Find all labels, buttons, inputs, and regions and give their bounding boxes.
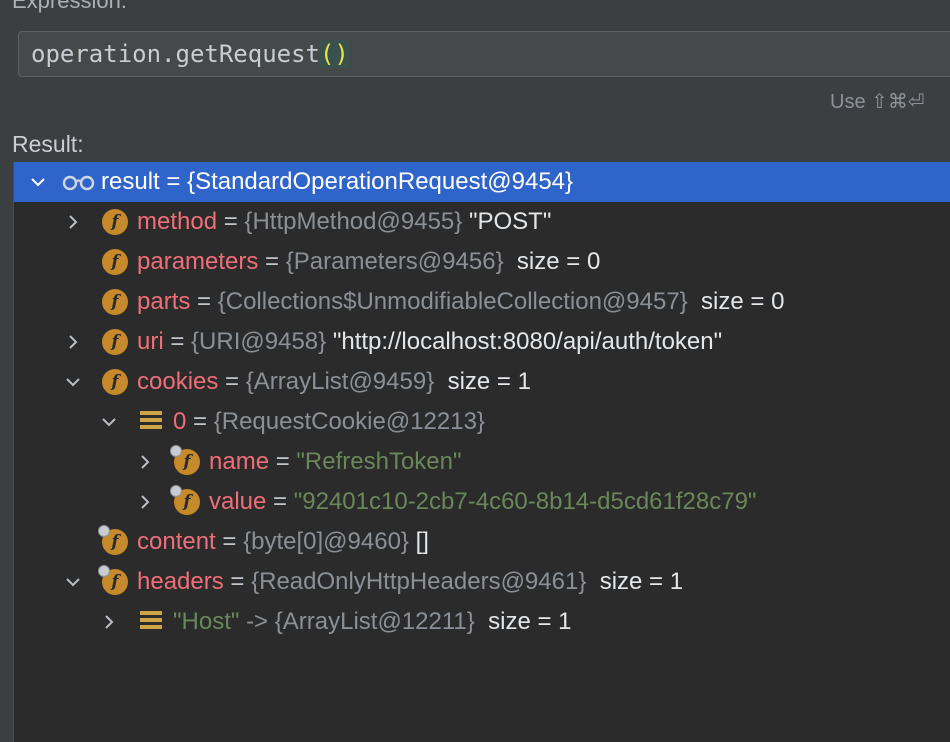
equals: = — [163, 328, 192, 355]
tree-node-value: {StandardOperationRequest@9454} — [187, 168, 574, 195]
result-label: Result: — [12, 131, 84, 157]
equals: = — [159, 168, 188, 195]
field-icon-letter: f — [111, 572, 119, 592]
tree-row-uri[interactable]: f uri = {URI@9458} "http://localhost:808… — [14, 322, 950, 362]
field-type: {ReadOnlyHttpHeaders@9461} — [251, 568, 587, 595]
field-type: {byte[0]@9460} — [243, 528, 409, 555]
use-shortcut-hint[interactable]: Use ⇧⌘⏎ — [830, 89, 925, 114]
field-value: size = 1 — [599, 568, 684, 595]
expression-input[interactable]: operation.getRequest() — [18, 31, 950, 77]
field-icon-letter: f — [102, 289, 128, 315]
chevron-right-icon[interactable] — [137, 494, 153, 510]
equals: = — [258, 248, 286, 275]
field-value: size = 1 — [488, 608, 572, 635]
chevron-right-icon[interactable] — [65, 334, 81, 350]
field-icon: f — [102, 249, 128, 275]
field-name: headers — [137, 568, 224, 595]
equals: = — [269, 448, 297, 475]
field-name: method — [137, 208, 218, 235]
tree-node-name: result — [101, 168, 160, 195]
watch-glasses-icon — [62, 171, 96, 193]
pin-icon — [98, 525, 110, 537]
final-field-icon: f — [170, 485, 200, 515]
field-icon-letter: f — [102, 329, 128, 355]
field-icon-letter: f — [111, 532, 119, 552]
tree-row-host[interactable]: "Host" -> {ArrayList@12211} size = 1 — [14, 602, 950, 642]
field-name: parts — [137, 288, 191, 315]
tree-row-cookie-value[interactable]: f value = "92401c10-2cb7-4c60-8b14-d5cd6… — [14, 482, 950, 522]
tree-row-method[interactable]: f method = {HttpMethod@9455} "POST" — [14, 202, 950, 242]
pin-icon — [170, 485, 182, 497]
chevron-right-icon[interactable] — [137, 454, 153, 470]
field-value: "POST" — [468, 208, 552, 235]
map-key: "Host" — [173, 608, 240, 635]
tree-row-parameters[interactable]: f parameters = {Parameters@9456} size = … — [14, 242, 950, 282]
field-name: cookies — [137, 368, 219, 395]
field-value: "92401c10-2cb7-4c60-8b14-d5cd61f28c79" — [293, 488, 757, 515]
field-type: {RequestCookie@12213} — [213, 408, 485, 435]
equals: = — [266, 488, 294, 515]
expression-code: operation.getRequest — [31, 40, 320, 68]
chevron-down-icon[interactable] — [101, 414, 117, 430]
tree-row-content[interactable]: f content = {byte[0]@9460} [] — [14, 522, 950, 562]
equals: = — [223, 568, 252, 595]
tree-row-parts[interactable]: f parts = {Collections$UnmodifiableColle… — [14, 282, 950, 322]
field-value: "RefreshToken" — [296, 448, 462, 475]
equals: = — [218, 368, 246, 395]
field-type: {URI@9458} — [191, 328, 327, 355]
field-type: -> {ArrayList@12211} — [246, 608, 475, 635]
field-icon: f — [102, 369, 128, 395]
field-icon-letter: f — [102, 249, 128, 275]
field-value: size = 1 — [447, 368, 531, 395]
expression-paren: () — [319, 40, 349, 68]
field-icon-letter: f — [102, 369, 128, 395]
field-icon-letter: f — [102, 209, 128, 235]
field-name: name — [209, 448, 270, 475]
field-icon-letter: f — [183, 492, 191, 512]
result-tree[interactable]: result = {StandardOperationRequest@9454}… — [13, 162, 950, 742]
chevron-right-icon[interactable] — [65, 214, 81, 230]
pin-icon — [170, 445, 182, 457]
tree-row-cookie-name[interactable]: f name = "RefreshToken" — [14, 442, 950, 482]
equals: = — [190, 288, 218, 315]
chevron-down-icon[interactable] — [65, 374, 81, 390]
pin-icon — [98, 565, 110, 577]
expression-label: Expression: — [12, 0, 127, 13]
field-name: content — [137, 528, 216, 555]
equals: = — [217, 208, 245, 235]
field-icon: f — [102, 209, 128, 235]
final-field-icon: f — [98, 565, 128, 595]
tree-row-result[interactable]: result = {StandardOperationRequest@9454} — [14, 162, 950, 202]
tree-row-headers[interactable]: f headers = {ReadOnlyHttpHeaders@9461} s… — [14, 562, 950, 602]
final-field-icon: f — [170, 445, 200, 475]
chevron-down-icon[interactable] — [65, 574, 81, 590]
chevron-right-icon[interactable] — [101, 614, 117, 630]
field-icon: f — [102, 289, 128, 315]
field-type: {HttpMethod@9455} — [244, 208, 463, 235]
field-value: size = 0 — [516, 248, 601, 275]
field-icon-letter: f — [183, 452, 191, 472]
array-element-icon — [140, 411, 162, 433]
equals: = — [186, 408, 214, 435]
equals: = — [215, 528, 244, 555]
field-value: size = 0 — [701, 288, 785, 315]
expression-text[interactable]: operation.getRequest() — [31, 40, 349, 68]
field-name: 0 — [173, 408, 187, 435]
tree-row-cookies[interactable]: f cookies = {ArrayList@9459} size = 1 — [14, 362, 950, 402]
tree-row-cookie-0[interactable]: 0 = {RequestCookie@12213} — [14, 402, 950, 442]
field-name: value — [209, 488, 267, 515]
chevron-down-icon[interactable] — [30, 174, 46, 190]
field-value: [] — [415, 528, 429, 555]
field-type: {Parameters@9456} — [285, 248, 504, 275]
field-icon: f — [102, 329, 128, 355]
field-value: "http://localhost:8080/api/auth/token" — [332, 328, 723, 355]
field-type: {ArrayList@9459} — [245, 368, 435, 395]
map-entry-icon — [140, 611, 162, 633]
field-name: parameters — [137, 248, 259, 275]
field-name: uri — [137, 328, 164, 355]
field-type: {Collections$UnmodifiableCollection@9457… — [217, 288, 688, 315]
final-field-icon: f — [98, 525, 128, 555]
